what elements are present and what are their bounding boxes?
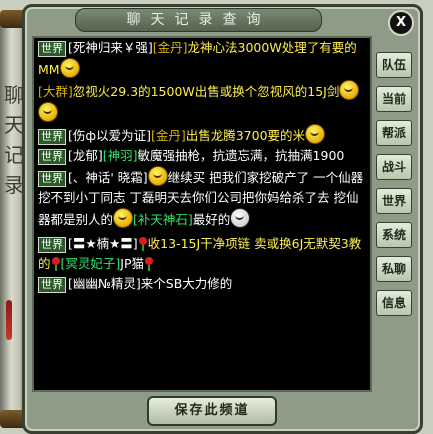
chat-message: 世界 [伤ф以爱为证][金丹]出售龙腾3700要的米 (34, 124, 370, 146)
channel-badge[interactable]: 世界 (38, 149, 66, 165)
channel-badge[interactable]: 世界 (38, 237, 66, 253)
tab-guild[interactable]: 帮派 (376, 120, 412, 146)
tab-current[interactable]: 当前 (376, 86, 412, 112)
channel-badge[interactable]: 世界 (38, 277, 66, 293)
sender-name[interactable]: [幽幽№精灵] (68, 276, 141, 291)
message-text: JP猫 (120, 256, 145, 271)
tassel-decoration (6, 300, 12, 340)
sender-name[interactable]: [死神归来￥强] (68, 40, 153, 55)
emoticon-icon (59, 58, 80, 78)
flower-icon (144, 257, 154, 271)
tab-battle[interactable]: 战斗 (376, 154, 412, 180)
tab-world[interactable]: 世界 (376, 188, 412, 214)
tab-system[interactable]: 系统 (376, 222, 412, 248)
item-link[interactable]: [补天神石] (133, 212, 193, 227)
item-link[interactable]: [神羽] (103, 148, 138, 163)
chat-message: 世界 [、神话' 晓霜] 继续买 把我们家挖破产了 一个仙器挖不到小丁同志 丁磊明天… (34, 166, 370, 230)
chat-message: 世界 [死神归来￥强][金丹]龙神心法3000W处理了有要的MM (34, 38, 370, 80)
emoticon-icon (147, 166, 168, 186)
chat-message: 世界 [〓★楠★〓] 收13-15J干净项链 卖或换6J无默契3教的 [冥灵妃子]JP… (34, 234, 370, 274)
message-text: 出售龙腾3700要的米 (185, 128, 306, 143)
sender-name[interactable]: [伤ф以爱为证] (68, 128, 151, 143)
tab-private[interactable]: 私聊 (376, 256, 412, 282)
emoticon-icon (305, 124, 326, 144)
chat-message: [大群]忽视火29.3的1500W出售或换个忽视风的15J剑 (34, 80, 370, 124)
pig-emoticon-icon (230, 208, 251, 228)
item-link[interactable]: [冥灵妃子] (61, 256, 121, 271)
emoticon-icon (38, 102, 58, 122)
item-link[interactable]: [金丹] (151, 128, 186, 143)
channel-badge[interactable]: 世界 (38, 171, 66, 187)
chat-message: 世界 [幽幽№精灵]来个SB大力修的 (34, 274, 370, 294)
message-text: 最好的 (192, 212, 231, 227)
message-text: 忽视火29.3的1500W出售或换个忽视风的15J剑 (72, 84, 340, 99)
window-title: 聊天记录查询 (75, 8, 322, 32)
close-button[interactable]: X (388, 10, 414, 36)
sender-name[interactable]: [龙郁] (68, 148, 103, 163)
channel-badge[interactable]: 世界 (38, 41, 66, 57)
tab-team[interactable]: 队伍 (376, 52, 412, 78)
emoticon-icon (113, 208, 134, 228)
message-text: 来个SB大力修的 (140, 276, 233, 291)
item-link[interactable]: [大群] (38, 84, 73, 99)
tab-info[interactable]: 信息 (376, 290, 412, 316)
sender-name[interactable]: [、神话' 晓霜] (68, 170, 148, 185)
sender-name[interactable]: [〓★楠★〓] (68, 236, 138, 251)
chat-message: 世界 [龙郁][神羽]敏魔强抽枪，抗遗忘满，抗抽满1900 (34, 146, 370, 166)
chat-log[interactable]: 世界 [死神归来￥强][金丹]龙神心法3000W处理了有要的MM [大群]忽视火2… (32, 36, 372, 392)
channel-badge[interactable]: 世界 (38, 129, 66, 145)
message-text: 敏魔强抽枪，抗遗忘满，抗抽满1900 (137, 148, 345, 163)
flower-icon (51, 257, 61, 271)
emoticon-icon (339, 80, 360, 100)
flower-icon (138, 237, 148, 251)
save-channel-button[interactable]: 保存此频道 (147, 396, 277, 426)
item-link[interactable]: [金丹] (153, 40, 188, 55)
